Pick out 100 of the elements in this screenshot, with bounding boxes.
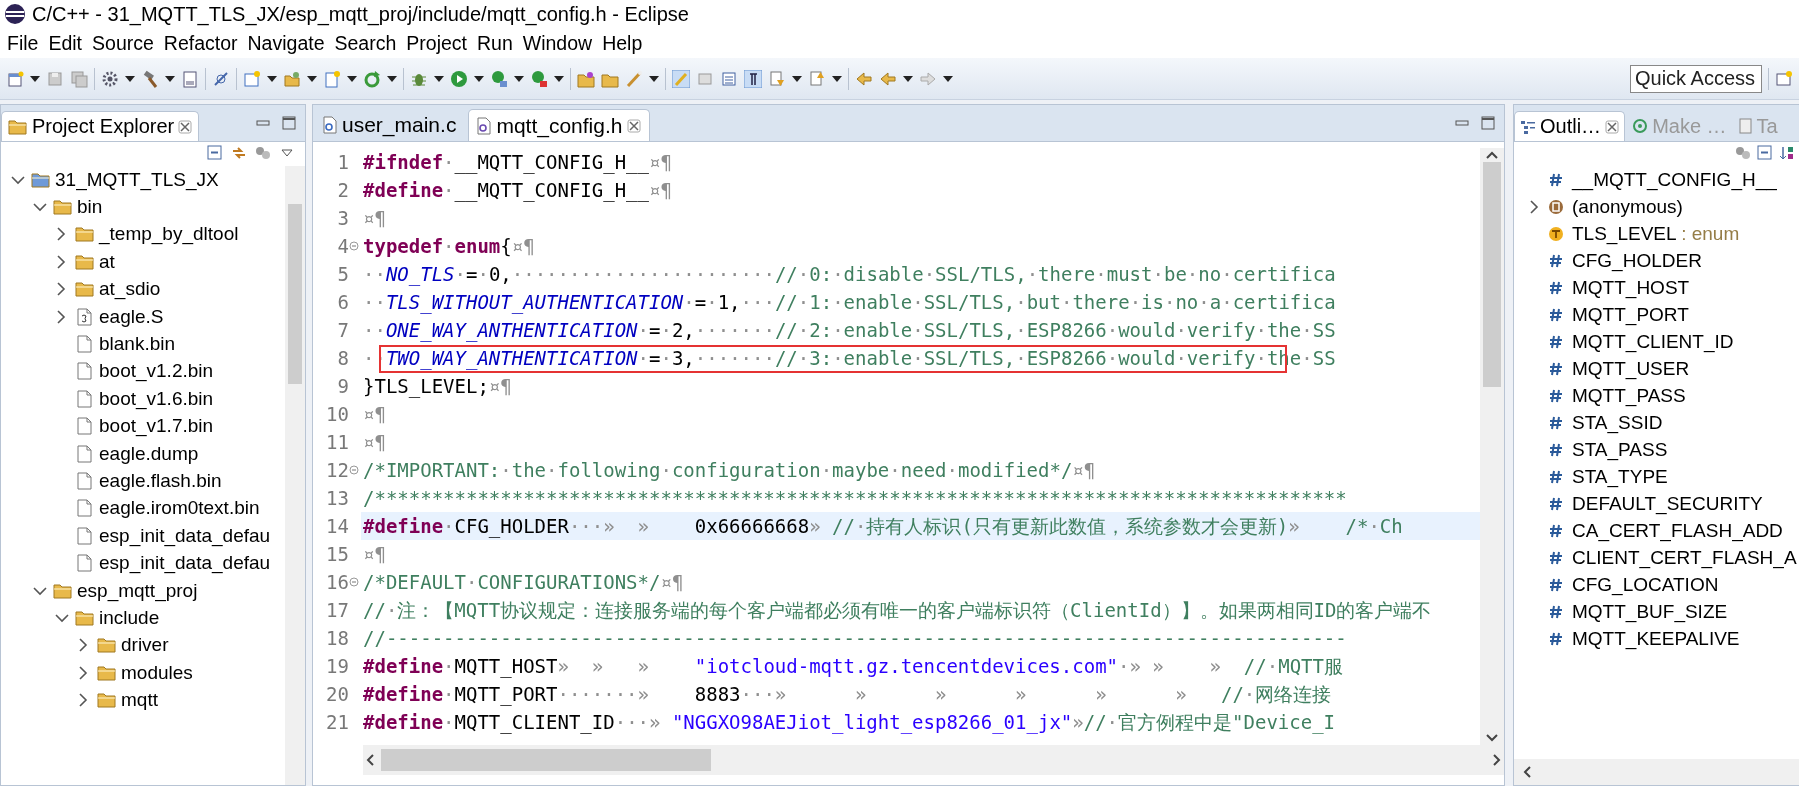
menu-item[interactable]: Window: [517, 31, 598, 55]
perspective-icon[interactable]: [1775, 69, 1793, 88]
dropdown-caret-icon[interactable]: [347, 74, 357, 83]
dropdown-caret-icon[interactable]: [165, 74, 175, 83]
tree-item[interactable]: at_sdio: [1, 275, 285, 303]
dropdown-caret-icon[interactable]: [387, 74, 397, 83]
panel-tab[interactable]: Project Explorer: [1, 111, 200, 141]
tree-item[interactable]: _temp_by_dltool: [1, 220, 285, 249]
dropdown-caret-icon[interactable]: [307, 74, 317, 83]
filter-icon[interactable]: [1735, 145, 1751, 161]
dropdown-caret-icon[interactable]: [903, 74, 913, 83]
scrollbar[interactable]: [363, 745, 1504, 775]
tree-item[interactable]: eagle.dump: [1, 439, 285, 468]
editor-tab[interactable]: user_main.c: [315, 109, 465, 141]
pilcrow-icon[interactable]: [744, 69, 762, 88]
dropdown-caret-icon[interactable]: [832, 74, 842, 83]
dropdown-caret-icon[interactable]: [474, 74, 484, 83]
tree-item[interactable]: eagle.S: [1, 302, 285, 331]
tree-item[interactable]: boot_v1.7.bin: [1, 412, 285, 440]
quick-access-field[interactable]: Quick Access: [1630, 64, 1762, 93]
tree-item[interactable]: bin: [1, 193, 285, 221]
tree-item[interactable]: esp_mqtt_proj: [1, 576, 285, 605]
scrollbar[interactable]: [1514, 759, 1799, 785]
outline-item[interactable]: TLS_LEVEL : enum: [1514, 220, 1799, 247]
close-icon[interactable]: [627, 118, 642, 133]
outline-item[interactable]: MQTT_HOST: [1514, 274, 1799, 301]
unlink-icon[interactable]: [212, 69, 230, 88]
outline-item[interactable]: CFG_LOCATION: [1514, 571, 1799, 598]
outline-item[interactable]: __MQTT_CONFIG_H__: [1514, 166, 1799, 193]
maximize-icon[interactable]: [281, 115, 297, 131]
fold-icon[interactable]: [349, 241, 359, 251]
outline-item[interactable]: MQTT_USER: [1514, 355, 1799, 382]
dropdown-caret-icon[interactable]: [514, 74, 524, 83]
outline-item[interactable]: STA_PASS: [1514, 436, 1799, 463]
menu-item[interactable]: File: [2, 31, 44, 55]
outline-item[interactable]: MQTT_BUF_SIZE: [1514, 598, 1799, 625]
menu-item[interactable]: Source: [87, 31, 159, 55]
tree-item[interactable]: eagle.flash.bin: [1, 467, 285, 495]
menu-item[interactable]: Edit: [43, 31, 88, 55]
dropdown-caret-icon[interactable]: [434, 74, 444, 83]
tree-item[interactable]: esp_init_data_defau: [1, 522, 285, 550]
new-file-icon[interactable]: [6, 69, 24, 88]
scrollbar[interactable]: [285, 166, 305, 785]
tree-item[interactable]: include: [1, 604, 285, 632]
hammer-icon[interactable]: [141, 69, 159, 88]
outline-item[interactable]: MQTT_PASS: [1514, 382, 1799, 409]
outline-item[interactable]: (anonymous): [1514, 193, 1799, 220]
outline-item[interactable]: MQTT_PORT: [1514, 301, 1799, 328]
menu-item[interactable]: Project: [401, 31, 472, 55]
tree-item[interactable]: blank.bin: [1, 330, 285, 358]
menu-item[interactable]: Search: [329, 31, 402, 55]
close-icon[interactable]: [178, 119, 193, 134]
fold-icon[interactable]: [349, 577, 359, 587]
panel-tab[interactable]: Outli…: [1514, 111, 1626, 141]
outline-item[interactable]: CLIENT_CERT_FLASH_A: [1514, 544, 1799, 571]
collapse-all-icon[interactable]: [207, 145, 223, 161]
dropdown-caret-icon[interactable]: [554, 74, 564, 83]
dropdown-caret-icon[interactable]: [267, 74, 277, 83]
outline-item[interactable]: MQTT_CLIENT_ID: [1514, 328, 1799, 355]
outline-item[interactable]: CFG_HOLDER: [1514, 247, 1799, 274]
run-tool-icon[interactable]: [530, 69, 548, 88]
dropdown-caret-icon[interactable]: [125, 74, 135, 83]
refresh-icon[interactable]: [363, 69, 381, 88]
link-icon[interactable]: [231, 145, 247, 161]
menu-item[interactable]: Run: [472, 31, 518, 55]
tree-item[interactable]: mqtt: [1, 686, 285, 714]
menu-item[interactable]: Navigate: [242, 31, 330, 55]
dropdown-caret-icon[interactable]: [30, 74, 40, 83]
dropdown-caret-icon[interactable]: [943, 74, 953, 83]
tree-item[interactable]: boot_v1.2.bin: [1, 357, 285, 386]
sort-icon[interactable]: [1779, 145, 1795, 161]
close-icon[interactable]: [1605, 119, 1620, 134]
binary-file-icon[interactable]: [181, 69, 199, 88]
collapse-all-icon[interactable]: [1757, 145, 1773, 161]
run-config-icon[interactable]: [490, 69, 508, 88]
open-folder-icon[interactable]: [577, 69, 595, 88]
dropdown-caret-icon[interactable]: [649, 74, 659, 83]
fold-icon[interactable]: [349, 465, 359, 475]
dropdown-caret-icon[interactable]: [792, 74, 802, 83]
tree-item[interactable]: esp_init_data_defau: [1, 549, 285, 577]
maximize-icon[interactable]: [1480, 115, 1496, 131]
outline-item[interactable]: CA_CERT_FLASH_ADD: [1514, 517, 1799, 544]
tree-item[interactable]: 31_MQTT_TLS_JX: [1, 166, 285, 194]
outline-item[interactable]: DEFAULT_SECURITY: [1514, 490, 1799, 517]
menu-item[interactable]: Help: [597, 31, 648, 55]
tree-item[interactable]: driver: [1, 631, 285, 660]
scrollbar[interactable]: [1480, 148, 1504, 745]
back-icon[interactable]: [879, 69, 897, 88]
tree-item[interactable]: eagle.irom0text.bin: [1, 494, 285, 523]
outline-item[interactable]: STA_SSID: [1514, 409, 1799, 436]
tree-item[interactable]: at: [1, 248, 285, 276]
editor-tab[interactable]: mqtt_config.h: [468, 109, 651, 141]
menu-item[interactable]: Refactor: [158, 31, 243, 55]
tree-item[interactable]: modules: [1, 659, 285, 687]
play-icon[interactable]: [450, 69, 468, 88]
filter-icon[interactable]: [255, 145, 271, 161]
tree-item[interactable]: boot_v1.6.bin: [1, 385, 285, 413]
outline-item[interactable]: STA_TYPE: [1514, 463, 1799, 490]
back-icon[interactable]: [855, 69, 873, 88]
gear-icon[interactable]: [101, 69, 119, 88]
